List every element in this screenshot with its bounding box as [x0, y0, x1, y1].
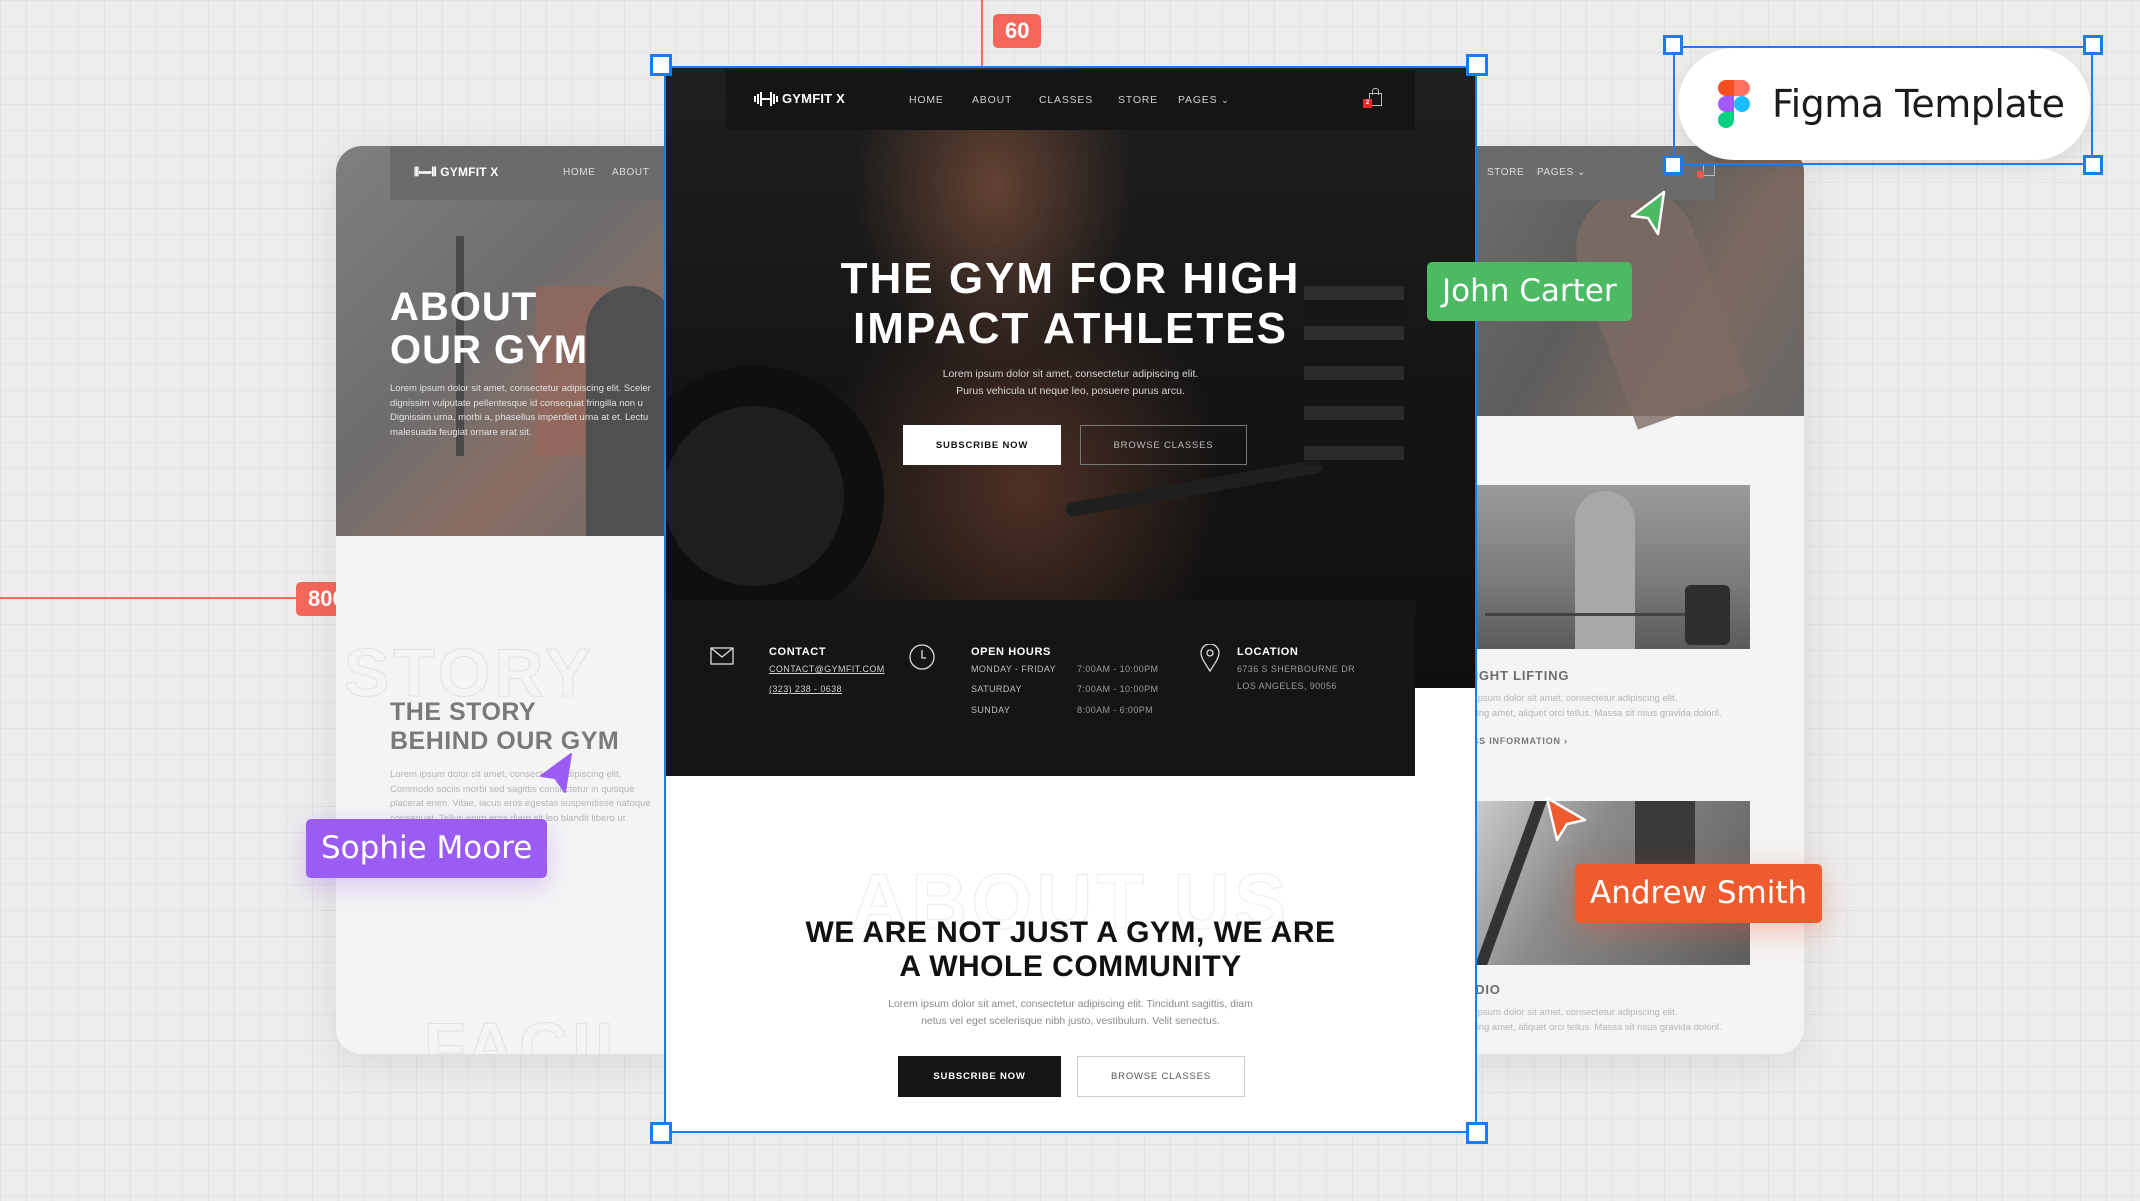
about-body: Lorem ipsum dolor sit amet, consectetur …	[888, 998, 1253, 1027]
cart-count-badge: 2	[1363, 99, 1372, 108]
figma-template-badge: Figma Template	[1678, 48, 2090, 160]
clock-icon	[909, 644, 935, 670]
browse-classes-button[interactable]: BROWSE CLASSES	[1077, 1056, 1245, 1097]
classes-nav-store[interactable]: STORE	[1487, 167, 1524, 178]
cart-count-badge	[1697, 171, 1704, 178]
john-carter-cursor-icon	[1630, 190, 1666, 236]
shopping-bag-icon[interactable]: 2	[1363, 87, 1383, 108]
about-nav-about[interactable]: ABOUT	[612, 167, 649, 178]
sophie-moore-cursor-icon	[540, 753, 572, 793]
home-page-frame[interactable]: GYMFIT X HOME ABOUT CLASSES STORE PAGES …	[664, 66, 1477, 1133]
location-address-line2: LOS ANGELES, 90056	[1237, 681, 1337, 691]
chevron-down-icon: ⌄	[1221, 95, 1230, 105]
hero-section: GYMFIT X HOME ABOUT CLASSES STORE PAGES …	[664, 66, 1477, 688]
resize-handle-bottom-right[interactable]	[1466, 1122, 1488, 1144]
location-address-line1: 6736 S SHERBOURNE DR	[1237, 664, 1356, 674]
hours-time: 7:00AM - 10:00PM	[1077, 684, 1159, 694]
nav-store[interactable]: STORE	[1118, 94, 1158, 106]
brand-name: GYMFIT X	[782, 91, 845, 106]
story-title: THE STORY BEHIND OUR GYM	[390, 698, 620, 755]
contact-phone-link[interactable]: (323) 238 - 0638	[769, 684, 842, 694]
dumbbell-icon: ⫴━⫴	[414, 165, 437, 179]
about-nav-home[interactable]: HOME	[563, 167, 595, 178]
nav-home[interactable]: HOME	[909, 94, 944, 106]
resize-handle-bottom-left[interactable]	[650, 1122, 672, 1144]
shopping-bag-icon[interactable]	[1703, 165, 1715, 176]
about-page-title: ABOUT OUR GYM	[390, 285, 589, 372]
info-panel: CONTACT CONTACT@GYMFIT.COM (323) 238 - 0…	[664, 600, 1415, 776]
hero-subtitle: Lorem ipsum dolor sit amet, consectetur …	[942, 368, 1199, 397]
open-hours-heading: OPEN HOURS	[971, 646, 1051, 658]
hours-time: 8:00AM - 6:00PM	[1077, 705, 1154, 715]
logo[interactable]: GYMFIT X	[754, 91, 845, 106]
story-body: Lorem ipsum dolor sit amet, consectetur …	[390, 769, 651, 824]
subscribe-now-button[interactable]: SUBSCRIBE NOW	[898, 1056, 1061, 1097]
resize-handle-top-left[interactable]	[1663, 35, 1683, 55]
nav-classes[interactable]: CLASSES	[1039, 94, 1093, 106]
hours-day: SUNDAY	[971, 705, 1011, 715]
resize-handle-top-right[interactable]	[2083, 35, 2103, 55]
resize-handle-top-right[interactable]	[1466, 54, 1488, 76]
about-page-preview[interactable]: ⫴━⫴ GYMFIT X HOME ABOUT ABOUT OUR GYM Lo…	[336, 146, 676, 1054]
top-nav: GYMFIT X HOME ABOUT CLASSES STORE PAGES …	[726, 70, 1415, 130]
dumbbell-icon	[754, 91, 778, 106]
weight-lifting-image	[1465, 485, 1750, 649]
contact-heading: CONTACT	[769, 646, 827, 658]
class-description: m ipsum dolor sit amet, consectetur adip…	[1465, 1007, 1722, 1033]
facilities-outline-word: FACIL	[423, 1009, 641, 1055]
collaborator-tag-andrew-smith: Andrew Smith	[1575, 864, 1823, 923]
envelope-icon	[710, 647, 734, 665]
about-page-nav: ⫴━⫴ GYMFIT X HOME ABOUT	[390, 146, 676, 200]
about-page-logo: ⫴━⫴ GYMFIT X	[414, 165, 499, 179]
location-heading: LOCATION	[1237, 646, 1299, 658]
classes-nav-pages[interactable]: PAGES ⌄	[1537, 167, 1586, 178]
about-title: WE ARE NOT JUST A GYM, WE ARE A WHOLE CO…	[805, 916, 1336, 983]
nav-pages[interactable]: PAGES ⌄	[1178, 94, 1229, 106]
figma-logo-icon	[1718, 80, 1750, 128]
chevron-right-icon: ›	[1564, 736, 1568, 746]
chevron-down-icon: ⌄	[1577, 167, 1587, 178]
collaborator-tag-sophie-moore: Sophie Moore	[306, 819, 548, 878]
hero-title: THE GYM FOR HIGH IMPACT ATHLETES	[840, 254, 1301, 353]
class-description: m ipsum dolor sit amet, consectetur adip…	[1465, 693, 1722, 719]
class-title: EIGHT LIFTING	[1465, 668, 1570, 683]
hours-day: MONDAY - FRIDAY	[971, 664, 1057, 674]
nav-about[interactable]: ABOUT	[972, 94, 1012, 106]
resize-handle-top-left[interactable]	[650, 54, 672, 76]
figma-template-label: Figma Template	[1772, 82, 2065, 126]
class-information-link[interactable]: ASS INFORMATION ›	[1465, 736, 1568, 746]
collaborator-tag-john-carter: John Carter	[1427, 262, 1632, 321]
subscribe-now-button[interactable]: SUBSCRIBE NOW	[903, 425, 1061, 465]
andrew-smith-cursor-icon	[1545, 796, 1587, 842]
browse-classes-button[interactable]: BROWSE CLASSES	[1080, 425, 1247, 465]
spacing-guide-vertical	[981, 0, 983, 66]
hours-day: SATURDAY	[971, 684, 1022, 694]
map-pin-icon	[1200, 644, 1220, 672]
about-page-body: Lorem ipsum dolor sit amet, consectetur …	[390, 383, 651, 438]
spacing-measure-badge: 60	[993, 14, 1042, 48]
contact-email-link[interactable]: CONTACT@GYMFIT.COM	[769, 664, 885, 674]
resize-handle-bottom-left[interactable]	[1663, 155, 1683, 175]
hours-time: 7:00AM - 10:00PM	[1077, 664, 1159, 674]
resize-handle-bottom-right[interactable]	[2083, 155, 2103, 175]
